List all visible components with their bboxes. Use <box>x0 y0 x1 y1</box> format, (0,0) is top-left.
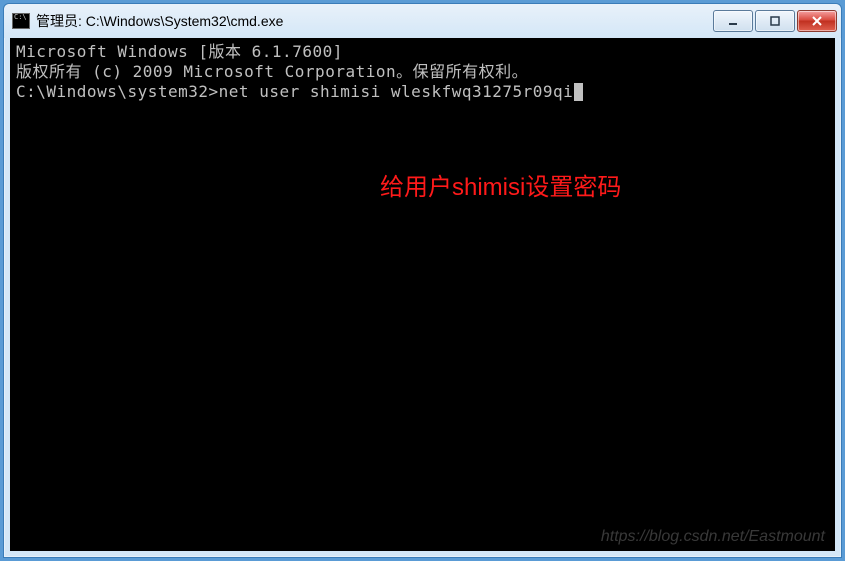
terminal-line: 版权所有 (c) 2009 Microsoft Corporation。保留所有… <box>16 62 829 82</box>
cmd-window: 管理员: C:\Windows\System32\cmd.exe Microso… <box>3 3 842 558</box>
titlebar[interactable]: 管理员: C:\Windows\System32\cmd.exe <box>4 4 841 38</box>
terminal-area[interactable]: Microsoft Windows [版本 6.1.7600] 版权所有 (c)… <box>10 38 835 551</box>
maximize-icon <box>769 15 781 27</box>
watermark-text: https://blog.csdn.net/Eastmount <box>601 527 825 547</box>
terminal-prompt-line: C:\Windows\system32>net user shimisi wle… <box>16 82 829 102</box>
close-icon <box>811 15 823 27</box>
window-title: 管理员: C:\Windows\System32\cmd.exe <box>36 11 713 31</box>
minimize-button[interactable] <box>713 10 753 32</box>
close-button[interactable] <box>797 10 837 32</box>
minimize-icon <box>727 15 739 27</box>
terminal-line: Microsoft Windows [版本 6.1.7600] <box>16 42 829 62</box>
window-controls <box>713 10 837 32</box>
annotation-text: 给用户shimisi设置密码 <box>380 178 621 198</box>
prompt: C:\Windows\system32> <box>16 82 219 101</box>
cmd-icon <box>12 13 30 29</box>
cursor <box>574 83 583 101</box>
command-text: net user shimisi wleskfwq31275r09qi <box>219 82 574 101</box>
maximize-button[interactable] <box>755 10 795 32</box>
